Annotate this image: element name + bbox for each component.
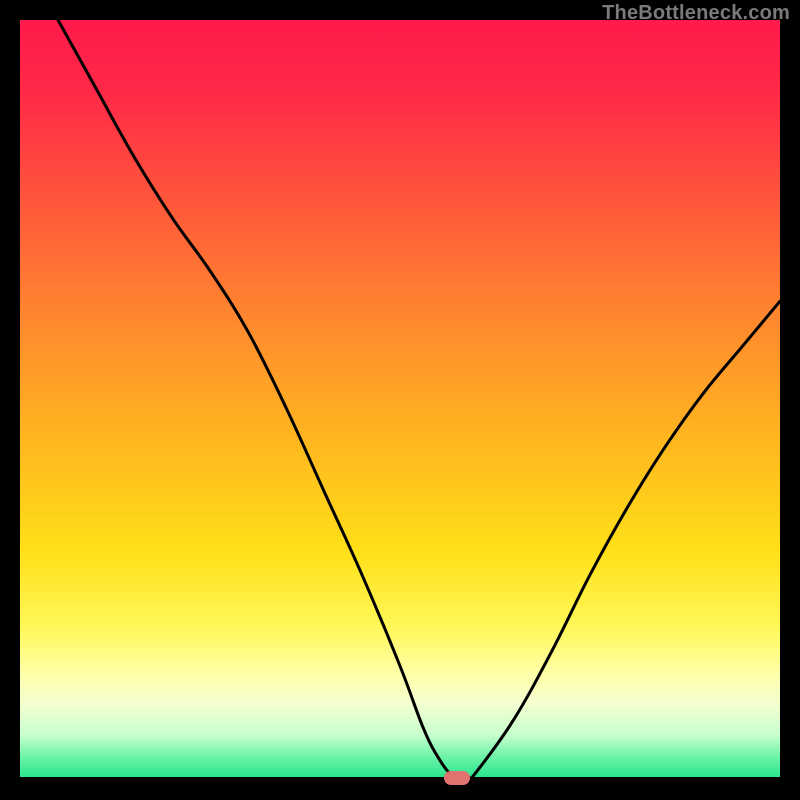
x-axis-baseline — [20, 777, 780, 780]
chart-stage: TheBottleneck.com — [0, 0, 800, 800]
plot-frame — [20, 20, 780, 780]
plot-area — [20, 20, 780, 780]
watermark-text: TheBottleneck.com — [602, 2, 790, 25]
optimal-point-marker — [444, 771, 470, 785]
bottleneck-curve — [20, 20, 780, 780]
